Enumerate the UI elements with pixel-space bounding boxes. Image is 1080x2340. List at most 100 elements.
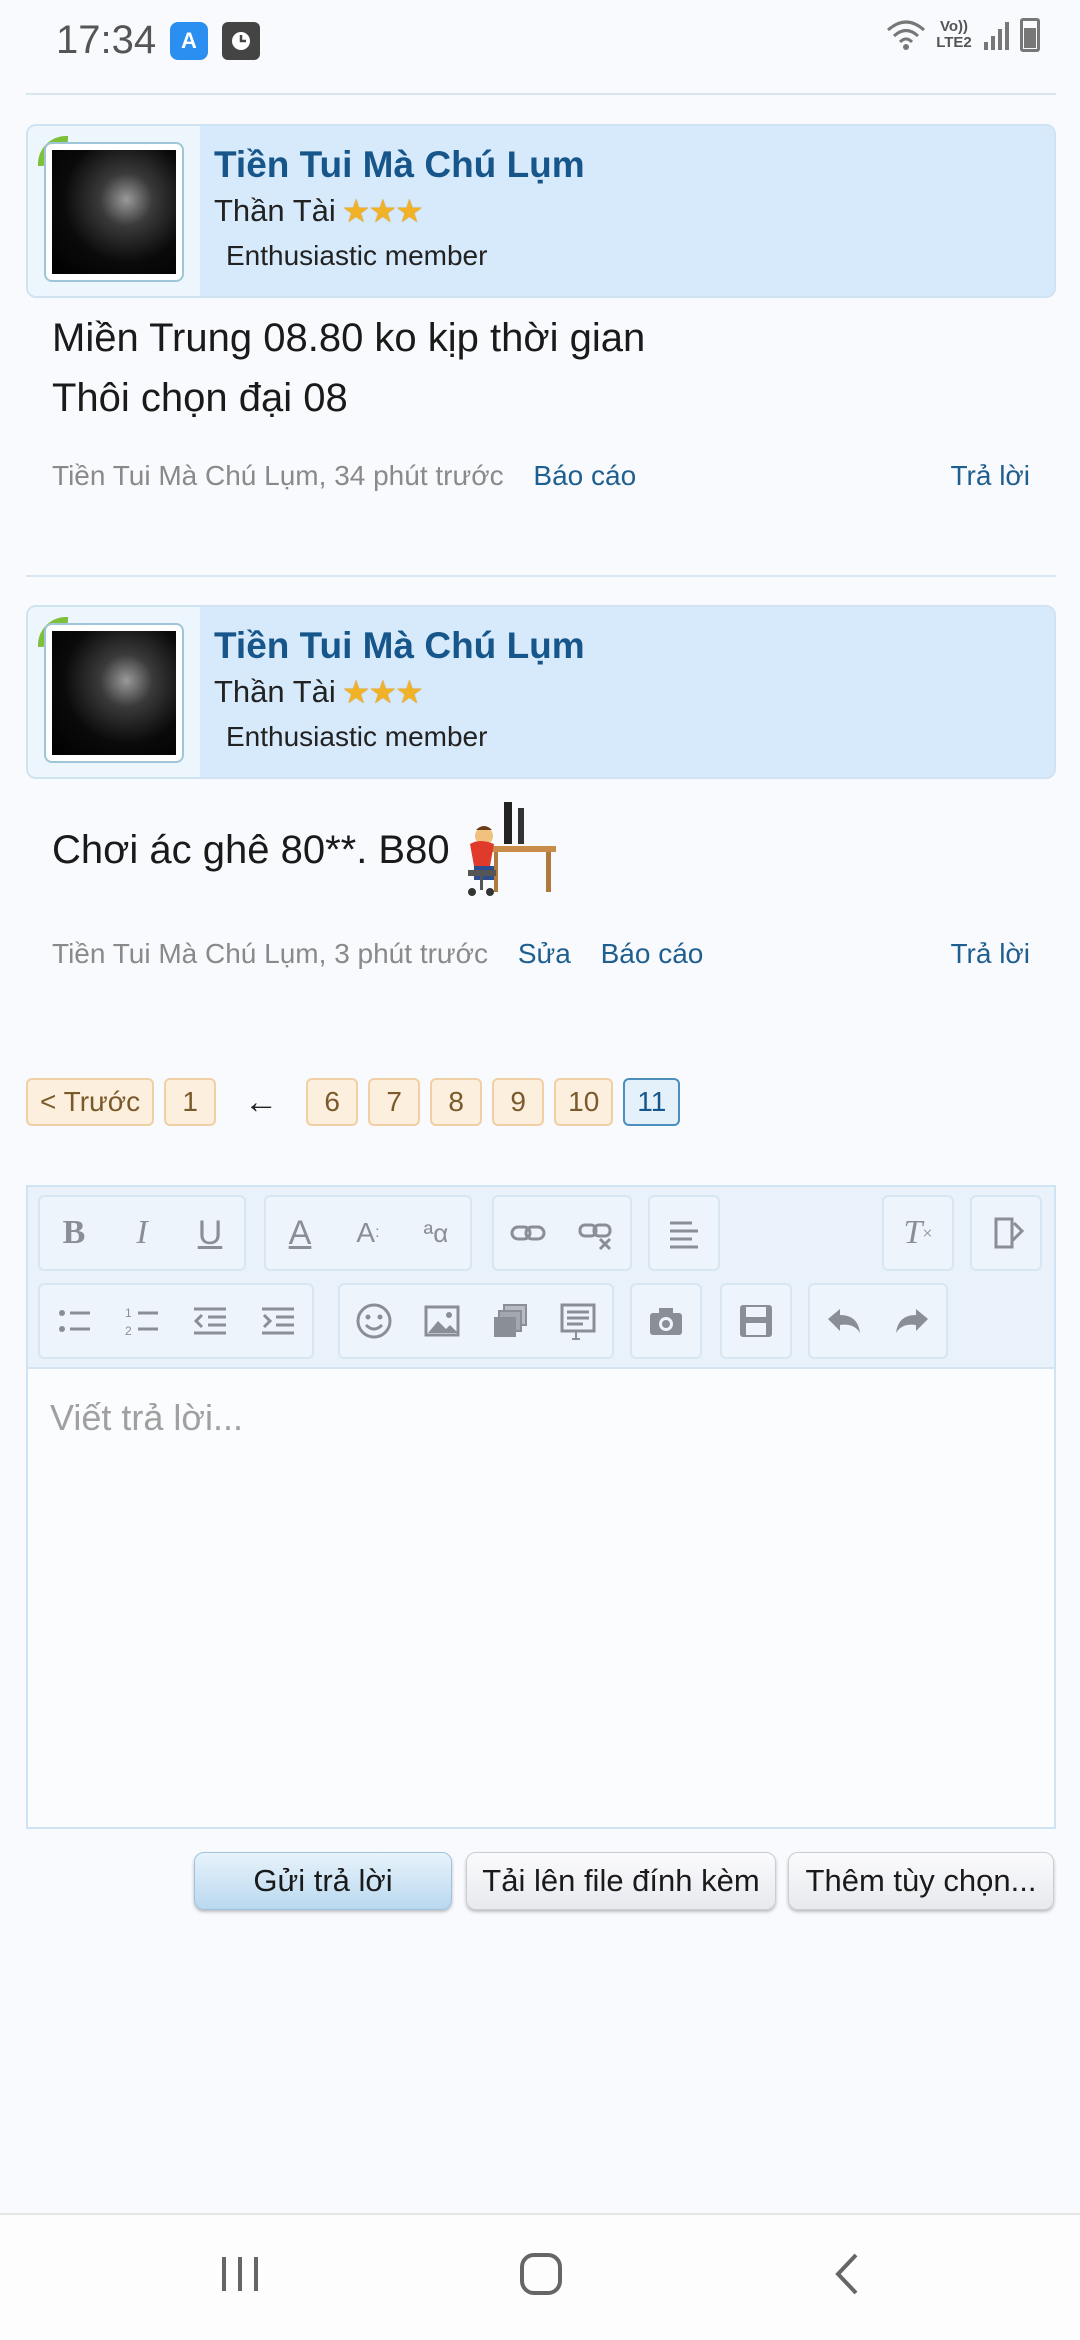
page-link-1[interactable]: 1	[164, 1078, 217, 1126]
divider	[26, 575, 1056, 577]
text-color-icon[interactable]: A	[266, 1197, 334, 1269]
page-link-6[interactable]: 6	[306, 1078, 359, 1126]
message-line: Thôi chọn đại 08	[52, 376, 348, 420]
post-meta: Tiền Tui Mà Chú Lụm, 3 phút trước Sửa Bá…	[52, 938, 1056, 970]
toolbar-group-insert	[338, 1283, 614, 1359]
toolbar-group-lists: 12	[38, 1283, 314, 1359]
status-time: 17:34	[56, 18, 157, 62]
avatar-frame	[28, 607, 200, 777]
page-link-10[interactable]: 10	[554, 1078, 614, 1126]
unlink-icon[interactable]	[562, 1197, 630, 1269]
user-info-block: Tiền Tui Mà Chú Lụm Thần Tài ★★★ Enthusi…	[26, 124, 1056, 298]
submit-reply-button[interactable]: Gửi trả lời	[194, 1852, 452, 1910]
sleeping-at-desk-smilie-icon	[460, 800, 560, 900]
more-options-button[interactable]: Thêm tùy chọn...	[788, 1852, 1054, 1910]
rocket-app-icon: A	[170, 22, 208, 60]
post-author-time[interactable]: Tiền Tui Mà Chú Lụm, 3 phút trước	[52, 938, 488, 969]
camera-icon[interactable]	[632, 1285, 700, 1357]
image-icon[interactable]	[408, 1285, 476, 1357]
wifi-icon	[887, 20, 925, 50]
bullet-list-icon[interactable]	[40, 1285, 108, 1357]
svg-text:2: 2	[125, 1324, 132, 1338]
status-bar: 17:34 A Vo)) LTE2	[0, 0, 1080, 86]
prev-page-button[interactable]: < Trước	[26, 1078, 155, 1126]
back-icon[interactable]	[826, 2251, 872, 2302]
message-line: Miền Trung 08.80 ko kịp thời gian	[52, 316, 646, 360]
user-title-text: Thần Tài	[214, 674, 336, 709]
page-link-9[interactable]: 9	[492, 1078, 545, 1126]
page-link-8[interactable]: 8	[430, 1078, 483, 1126]
post: Tiền Tui Mà Chú Lụm Thần Tài ★★★ Enthusi…	[26, 605, 1056, 779]
align-icon[interactable]	[650, 1197, 718, 1269]
stars-icon: ★★★	[341, 674, 424, 710]
status-icons: Vo)) LTE2	[886, 18, 1040, 52]
undo-icon[interactable]	[810, 1285, 878, 1357]
edit-link[interactable]: Sửa	[518, 938, 571, 969]
user-info-block: Tiền Tui Mà Chú Lụm Thần Tài ★★★ Enthusi…	[26, 605, 1056, 779]
quote-icon[interactable]	[544, 1285, 612, 1357]
divider	[26, 93, 1056, 95]
outdent-icon[interactable]	[176, 1285, 244, 1357]
media-icon[interactable]	[476, 1285, 544, 1357]
home-icon[interactable]	[518, 2251, 564, 2302]
post-author-time[interactable]: Tiền Tui Mà Chú Lụm, 34 phút trước	[52, 460, 504, 491]
post-meta: Tiền Tui Mà Chú Lụm, 34 phút trước Báo c…	[52, 460, 1056, 492]
report-link[interactable]: Báo cáo	[533, 460, 636, 491]
toolbar-group-links	[492, 1195, 632, 1271]
indent-icon[interactable]	[244, 1285, 312, 1357]
editor-toolbar: B I U A A: ªα T × 1 2	[28, 1187, 1054, 1369]
recent-apps-icon[interactable]	[218, 2251, 264, 2302]
post-message: Chơi ác ghê 80**. B80	[52, 800, 560, 900]
toolbar-group-camera	[630, 1283, 702, 1359]
svg-text:1: 1	[125, 1306, 132, 1320]
pagination: < Trước 1 ← 6 7 8 9 10 11	[26, 1078, 681, 1126]
user-title: Thần Tài ★★★	[214, 673, 424, 711]
underline-icon[interactable]: U	[176, 1197, 244, 1269]
reply-link[interactable]: Trả lời	[950, 460, 1030, 492]
smilie-icon[interactable]	[340, 1285, 408, 1357]
username-link[interactable]: Tiền Tui Mà Chú Lụm	[214, 625, 585, 667]
link-icon[interactable]	[494, 1197, 562, 1269]
editor-actions: Gửi trả lời Tải lên file đính kèm Thêm t…	[0, 1852, 1080, 1912]
post: Tiền Tui Mà Chú Lụm Thần Tài ★★★ Enthusi…	[26, 124, 1056, 298]
bbcode-toggle-icon[interactable]	[972, 1197, 1040, 1269]
user-rank: Enthusiastic member	[226, 240, 488, 271]
save-draft-icon[interactable]	[722, 1285, 790, 1357]
font-size-icon[interactable]: A:	[334, 1197, 402, 1269]
post-message: Miền Trung 08.80 ko kịp thời gian Thôi c…	[52, 308, 645, 428]
numbered-list-icon[interactable]: 12	[108, 1285, 176, 1357]
clear-format-icon[interactable]: T ×	[884, 1197, 952, 1269]
username-link[interactable]: Tiền Tui Mà Chú Lụm	[214, 144, 585, 186]
battery-icon	[1020, 18, 1040, 52]
system-nav-bar	[0, 2213, 1080, 2340]
toolbar-group-text-style: B I U	[38, 1195, 246, 1271]
user-title: Thần Tài ★★★	[214, 192, 424, 230]
italic-icon[interactable]: I	[108, 1197, 176, 1269]
page-link-7[interactable]: 7	[368, 1078, 421, 1126]
user-title-text: Thần Tài	[214, 193, 336, 228]
current-page: 11	[623, 1078, 681, 1126]
clock-app-icon	[222, 22, 260, 60]
toolbar-group-bbcode	[970, 1195, 1042, 1271]
font-family-icon[interactable]: ªα	[402, 1197, 470, 1269]
signal-icon	[984, 22, 1009, 50]
toolbar-group-draft	[720, 1283, 792, 1359]
toolbar-group-history	[808, 1283, 948, 1359]
stars-icon: ★★★	[341, 193, 424, 229]
toolbar-group-font: A A: ªα	[264, 1195, 472, 1271]
avatar-frame	[28, 126, 200, 296]
avatar[interactable]	[44, 142, 184, 282]
user-rank: Enthusiastic member	[226, 721, 488, 752]
toolbar-group-clear: T ×	[882, 1195, 954, 1271]
skip-pages-arrow[interactable]: ←	[226, 1083, 296, 1122]
upload-attachment-button[interactable]: Tải lên file đính kèm	[466, 1852, 776, 1910]
bold-icon[interactable]: B	[40, 1197, 108, 1269]
toolbar-group-align	[648, 1195, 720, 1271]
report-link[interactable]: Báo cáo	[601, 938, 704, 969]
reply-link[interactable]: Trả lời	[950, 938, 1030, 970]
reply-textarea[interactable]: Viết trả lời...	[50, 1397, 243, 1439]
message-line: Chơi ác ghê 80**. B80	[52, 828, 450, 872]
avatar[interactable]	[44, 623, 184, 763]
redo-icon[interactable]	[878, 1285, 946, 1357]
reply-editor: B I U A A: ªα T × 1 2 Viết trả lời...	[26, 1185, 1056, 1829]
